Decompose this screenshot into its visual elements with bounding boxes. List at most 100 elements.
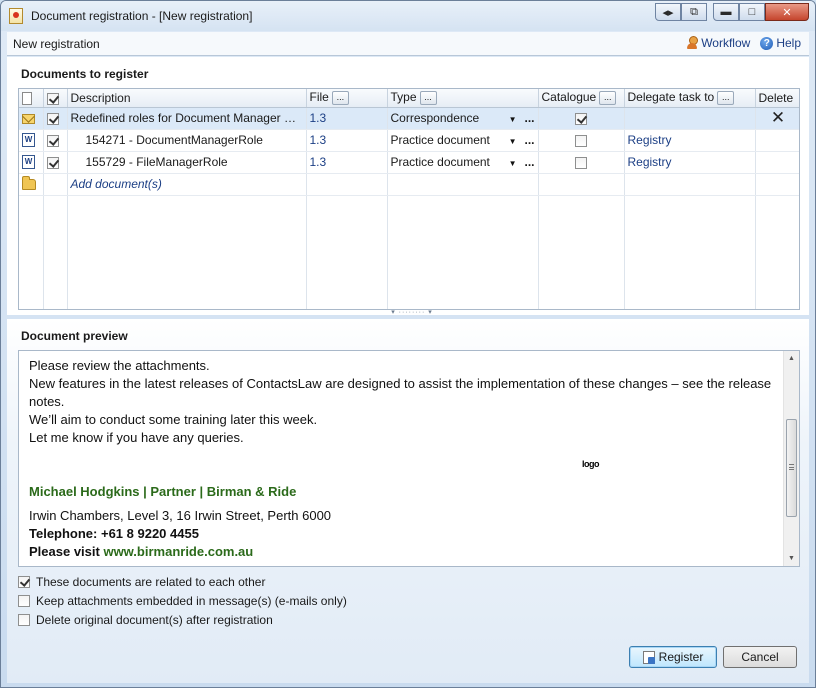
restore-alt-button[interactable]: ⧉ xyxy=(681,3,707,21)
keep-attachments-checkbox[interactable] xyxy=(18,595,30,607)
row-checkbox[interactable] xyxy=(46,156,59,169)
row-delegate-link[interactable]: Registry xyxy=(624,129,756,152)
app-icon xyxy=(9,8,23,24)
logo-image-placeholder: logo xyxy=(582,459,600,469)
delete-original-label[interactable]: Delete original document(s) after regist… xyxy=(36,613,273,627)
col-description-header[interactable]: Description xyxy=(67,89,307,108)
documents-panel: Documents to register Description File..… xyxy=(7,57,809,316)
type-more-button[interactable]: ... xyxy=(524,155,534,169)
signature-name: Michael Hodgkins | Partner | Birman & Ri… xyxy=(29,484,297,499)
preview-scrollbar[interactable]: ▲ ▼ xyxy=(783,351,799,566)
type-picker-button[interactable]: ... xyxy=(419,91,437,106)
col-check-header[interactable] xyxy=(43,89,68,108)
row-checkbox[interactable] xyxy=(46,112,59,125)
page-icon xyxy=(22,91,32,105)
row-type-dropdown[interactable]: Practice document ▼... xyxy=(387,129,539,152)
chevron-down-icon: ▼ xyxy=(508,115,517,124)
type-more-button[interactable]: ... xyxy=(524,111,534,125)
documents-section-title: Documents to register xyxy=(21,67,149,81)
select-all-checkbox[interactable] xyxy=(46,92,59,105)
col-catalogue-header[interactable]: Catalogue... xyxy=(538,89,625,108)
row-description[interactable]: 154271 - DocumentManagerRole xyxy=(67,129,307,152)
word-doc-icon: W xyxy=(22,155,35,170)
related-documents-option[interactable]: These documents are related to each othe… xyxy=(18,575,265,589)
add-document-row[interactable]: Add document(s) xyxy=(19,173,799,196)
table-row[interactable]: Redefined roles for Document Manager an.… xyxy=(19,107,799,130)
help-icon: ? xyxy=(760,36,774,50)
catalogue-checkbox[interactable] xyxy=(575,134,587,147)
website-link[interactable]: www.birmanride.com.au xyxy=(103,544,253,559)
preview-line: New features in the latest releases of C… xyxy=(29,376,772,409)
window-title: Document registration - [New registratio… xyxy=(31,9,253,23)
register-button[interactable]: Register xyxy=(629,646,717,668)
open-folder-icon xyxy=(22,176,36,191)
row-type-dropdown[interactable]: Practice document ▼... xyxy=(387,151,539,174)
row-type-dropdown[interactable]: Correspondence ▼... xyxy=(387,107,539,130)
signature-visit-label: Please visit xyxy=(29,544,104,559)
preview-panel: Document preview Please review the attac… xyxy=(7,319,809,683)
catalogue-checkbox[interactable] xyxy=(575,156,587,169)
row-delete-cell xyxy=(755,129,799,152)
document-preview[interactable]: Please review the attachments. New featu… xyxy=(18,350,800,567)
row-file-link[interactable]: 1.3 xyxy=(306,151,388,174)
col-icon-header xyxy=(19,89,44,108)
table-row[interactable]: W 155729 - FileManagerRole 1.3 Practice … xyxy=(19,151,799,174)
chevron-down-icon: ▼ xyxy=(508,159,517,168)
register-icon xyxy=(642,650,655,664)
word-doc-icon: W xyxy=(22,133,35,148)
table-row[interactable]: W 154271 - DocumentManagerRole 1.3 Pract… xyxy=(19,129,799,152)
registration-window: Document registration - [New registratio… xyxy=(0,0,816,688)
preview-line: We’ll aim to conduct some training later… xyxy=(29,412,318,427)
row-description[interactable]: Redefined roles for Document Manager an.… xyxy=(67,107,307,130)
related-documents-checkbox[interactable] xyxy=(18,576,30,588)
window-controls: ◂▸ ⧉ ▬ □ ✕ xyxy=(655,3,809,21)
cancel-button[interactable]: Cancel xyxy=(723,646,797,668)
delete-original-option[interactable]: Delete original document(s) after regist… xyxy=(18,613,273,627)
delete-original-checkbox[interactable] xyxy=(18,614,30,626)
minimize-button[interactable]: ▬ xyxy=(713,3,739,21)
row-file-link[interactable]: 1.3 xyxy=(306,107,388,130)
row-checkbox[interactable] xyxy=(46,134,59,147)
documents-grid: Description File... Type... Catalogue...… xyxy=(18,88,800,310)
col-delete-header: Delete xyxy=(755,89,799,108)
delegate-picker-button[interactable]: ... xyxy=(717,91,735,106)
row-delegate-link[interactable] xyxy=(624,107,756,130)
help-link[interactable]: ? Help xyxy=(760,36,801,50)
workflow-label: Workflow xyxy=(701,36,751,50)
col-file-header[interactable]: File... xyxy=(306,89,388,108)
file-picker-button[interactable]: ... xyxy=(331,91,349,106)
person-icon xyxy=(686,36,699,50)
keep-attachments-option[interactable]: Keep attachments embedded in message(s) … xyxy=(18,594,347,608)
swap-window-button[interactable]: ◂▸ xyxy=(655,3,681,21)
keep-attachments-label[interactable]: Keep attachments embedded in message(s) … xyxy=(36,594,347,608)
close-button[interactable]: ✕ xyxy=(765,3,809,21)
row-file-link[interactable]: 1.3 xyxy=(306,129,388,152)
col-type-header[interactable]: Type... xyxy=(387,89,539,108)
preview-line: Let me know if you have any queries. xyxy=(29,430,244,445)
catalogue-checkbox[interactable] xyxy=(575,112,587,125)
scroll-up-icon[interactable]: ▲ xyxy=(784,351,799,366)
row-delegate-link[interactable]: Registry xyxy=(624,151,756,174)
help-label: Help xyxy=(776,36,801,50)
col-delegate-header[interactable]: Delegate task to... xyxy=(624,89,756,108)
delete-icon[interactable]: ✕ xyxy=(759,109,798,126)
chevron-down-icon: ▼ xyxy=(508,137,517,146)
preview-line: Please review the attachments. xyxy=(29,358,210,373)
related-documents-label[interactable]: These documents are related to each othe… xyxy=(36,575,265,589)
mode-label: New registration xyxy=(13,37,100,51)
add-document-link[interactable]: Add document(s) xyxy=(67,173,307,196)
scroll-down-icon[interactable]: ▼ xyxy=(784,551,799,566)
type-more-button[interactable]: ... xyxy=(524,133,534,147)
row-delete-cell xyxy=(755,151,799,174)
mail-icon xyxy=(22,113,35,124)
panel-splitter[interactable]: ▾ ········ ▾ xyxy=(377,309,447,316)
signature-telephone: Telephone: +61 8 9220 4455 xyxy=(29,526,199,541)
workflow-link[interactable]: Workflow xyxy=(686,36,750,50)
row-description[interactable]: 155729 - FileManagerRole xyxy=(67,151,307,174)
scroll-thumb[interactable] xyxy=(786,419,797,517)
toolbar: New registration Workflow ? Help xyxy=(7,32,809,56)
preview-section-title: Document preview xyxy=(21,329,128,343)
maximize-button[interactable]: □ xyxy=(739,3,765,21)
catalogue-picker-button[interactable]: ... xyxy=(599,91,617,106)
title-bar: Document registration - [New registratio… xyxy=(1,1,815,31)
